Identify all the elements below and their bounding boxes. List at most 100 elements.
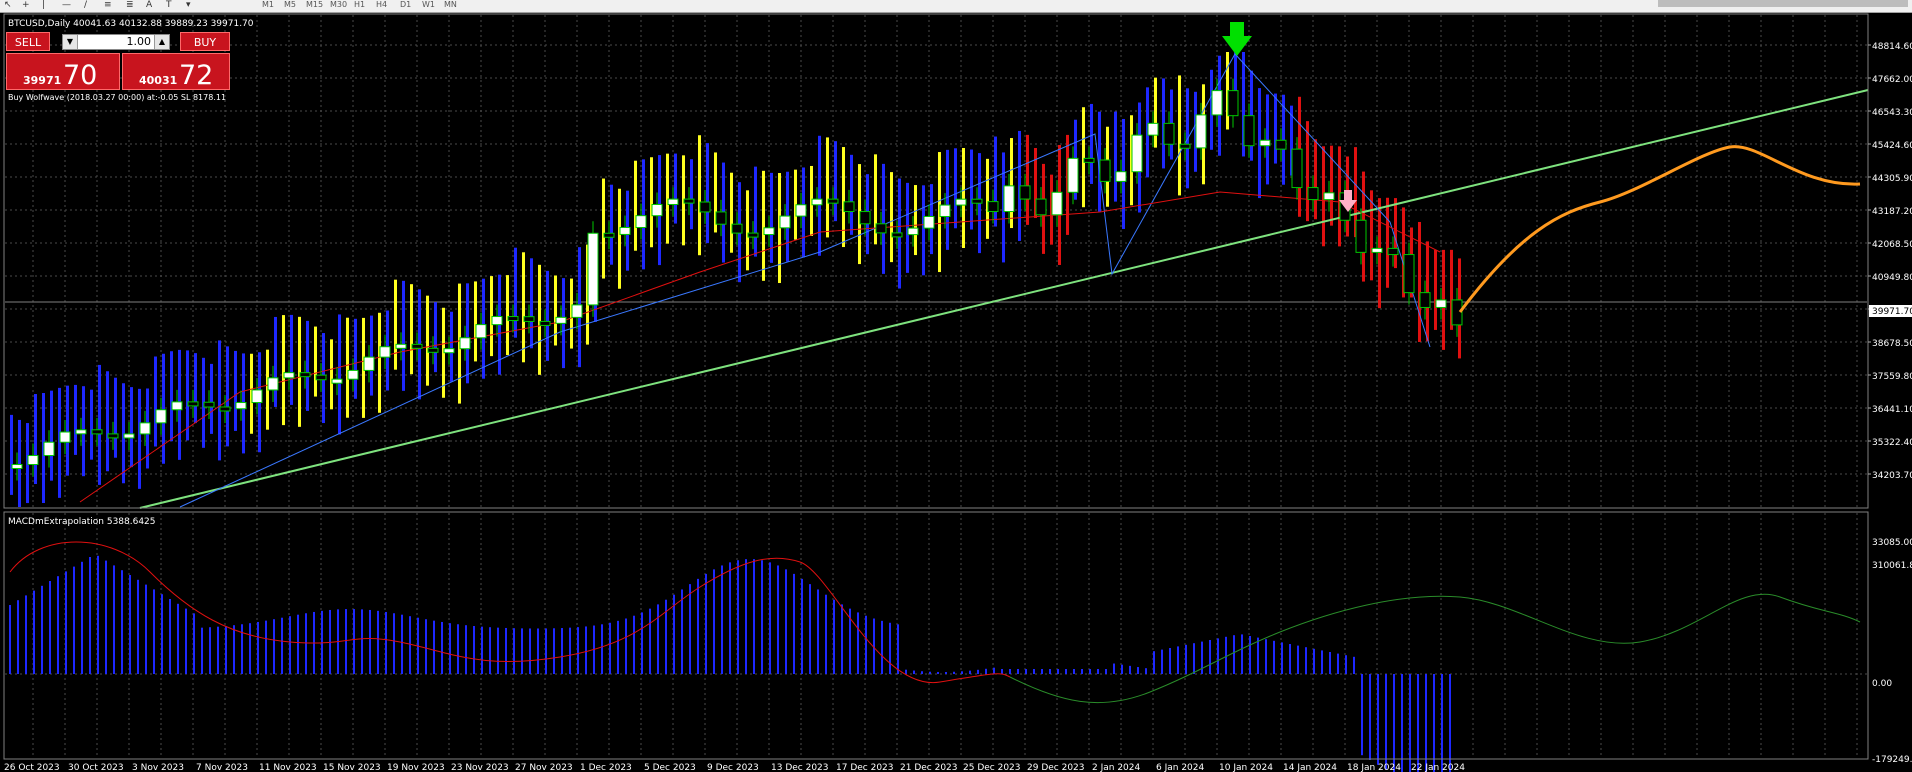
histogram-bar — [962, 147, 965, 248]
candle-body — [443, 348, 455, 354]
timeframe-m30[interactable]: M30 — [330, 0, 347, 9]
fibonacci-icon[interactable]: ≣ — [126, 0, 134, 10]
candle-body — [459, 337, 471, 350]
histogram-bar — [1386, 197, 1389, 288]
histogram-bar — [1418, 221, 1421, 342]
histogram-bar — [34, 394, 37, 485]
histogram-bar — [330, 339, 333, 410]
histogram-bar — [770, 172, 773, 263]
histogram-bar — [530, 258, 533, 349]
histogram-bar — [10, 414, 13, 495]
macd-tick: 0.00 — [1872, 679, 1892, 689]
toolbar-scrollbar[interactable] — [1658, 0, 1908, 7]
candle-body — [107, 433, 119, 439]
histogram-bar — [138, 388, 141, 489]
candle-body — [971, 198, 983, 204]
histogram-bar — [946, 149, 949, 250]
lot-size-value[interactable]: 1.00 — [79, 35, 153, 49]
candle-body — [427, 347, 439, 353]
timeframe-m15[interactable]: M15 — [306, 0, 323, 9]
timeframe-m5[interactable]: M5 — [284, 0, 296, 9]
date-tick: 23 Nov 2023 — [451, 763, 509, 772]
histogram-bar — [114, 377, 117, 458]
candle-body — [475, 324, 487, 339]
candle-body — [811, 198, 823, 206]
histogram-bar — [538, 264, 541, 375]
candle-body — [1163, 122, 1175, 145]
chart-canvas[interactable]: BTCUSD,Daily 40041.63 40132.88 39889.23 … — [0, 12, 1912, 772]
histogram-bar — [1394, 198, 1397, 269]
buy-price-box[interactable]: 40031 72 — [122, 53, 230, 91]
date-tick: 2 Jan 2024 — [1092, 763, 1140, 772]
sell-price-box[interactable]: 39971 70 — [6, 53, 120, 91]
candle-body — [603, 232, 615, 238]
channel-icon[interactable]: ≡ — [104, 0, 112, 10]
price-axis-ticks: 48814.60 47662.00 46543.30 45424.60 4430… — [1872, 42, 1912, 548]
histogram-bar — [18, 419, 21, 507]
timeframe-mn[interactable]: MN — [444, 0, 457, 9]
label-icon[interactable]: T — [166, 0, 172, 10]
candle-body — [1419, 292, 1431, 308]
buy-button[interactable]: BUY — [180, 32, 230, 51]
text-icon[interactable]: A — [146, 0, 152, 10]
histogram-bar — [1306, 121, 1309, 222]
candle-body — [1211, 90, 1223, 116]
price-tick: 42068.50 — [1872, 240, 1912, 250]
date-axis-ticks: 26 Oct 2023 30 Oct 2023 3 Nov 2023 7 Nov… — [4, 763, 1465, 772]
timeframe-d1[interactable]: D1 — [400, 0, 411, 9]
date-tick: 5 Dec 2023 — [644, 763, 696, 772]
horizontal-line-icon[interactable]: — — [62, 0, 71, 10]
histogram-bar — [274, 316, 277, 407]
sell-price-small: 39971 — [23, 74, 62, 87]
histogram-bar — [98, 364, 101, 485]
lot-size-input[interactable]: ▼ 1.00 ▲ — [62, 34, 170, 50]
trendline-icon[interactable]: ∕ — [84, 0, 87, 10]
histogram-bar — [642, 159, 645, 270]
histogram-bar — [50, 390, 53, 481]
cursor-icon[interactable]: ↖ — [4, 0, 12, 10]
candle-body — [619, 226, 631, 235]
buy-price-small: 40031 — [139, 74, 178, 87]
candle-body — [555, 316, 567, 324]
candle-body — [1307, 187, 1319, 201]
date-tick: 27 Nov 2023 — [515, 763, 573, 772]
histogram-bar — [1434, 249, 1437, 330]
candle-body — [1323, 192, 1335, 201]
vertical-line-icon[interactable]: | — [42, 0, 45, 10]
candle-body — [955, 198, 967, 206]
timeframe-w1[interactable]: W1 — [422, 0, 435, 9]
histogram-bar — [698, 135, 701, 256]
price-tick: 35322.40 — [1872, 438, 1912, 448]
histogram-bar — [706, 143, 709, 244]
price-tick: 48814.60 — [1872, 42, 1912, 52]
candle-body — [1259, 139, 1271, 147]
shapes-icon[interactable]: ▾ — [186, 0, 191, 10]
timeframe-h4[interactable]: H4 — [376, 0, 387, 9]
histogram-bar — [226, 346, 229, 447]
candle-body — [571, 304, 583, 318]
lot-decrease-icon[interactable]: ▼ — [63, 35, 78, 49]
timeframe-m1[interactable]: M1 — [262, 0, 274, 9]
crosshair-icon[interactable]: + — [22, 0, 30, 10]
histogram-bar — [354, 318, 357, 399]
histogram-bar — [106, 371, 109, 472]
candle-body — [1195, 114, 1207, 149]
histogram-bar — [1426, 241, 1429, 342]
histogram-bar — [602, 178, 605, 279]
candle-body — [1227, 90, 1239, 117]
candle-body — [251, 389, 263, 404]
candle-body — [683, 198, 695, 204]
candle-body — [939, 204, 951, 217]
macd-indicator[interactable] — [9, 541, 1861, 772]
lot-increase-icon[interactable]: ▲ — [154, 35, 169, 49]
histogram-bar — [506, 275, 509, 356]
histogram-bar — [1082, 107, 1085, 208]
price-tick: 46543.30 — [1872, 108, 1912, 118]
candle-body — [747, 232, 759, 238]
sell-button[interactable]: SELL — [6, 32, 50, 51]
histogram-bar — [314, 326, 317, 397]
price-tick: 36441.10 — [1872, 405, 1912, 415]
histogram-bar — [954, 148, 957, 229]
price-tick: 43187.20 — [1872, 207, 1912, 217]
timeframe-h1[interactable]: H1 — [354, 0, 365, 9]
